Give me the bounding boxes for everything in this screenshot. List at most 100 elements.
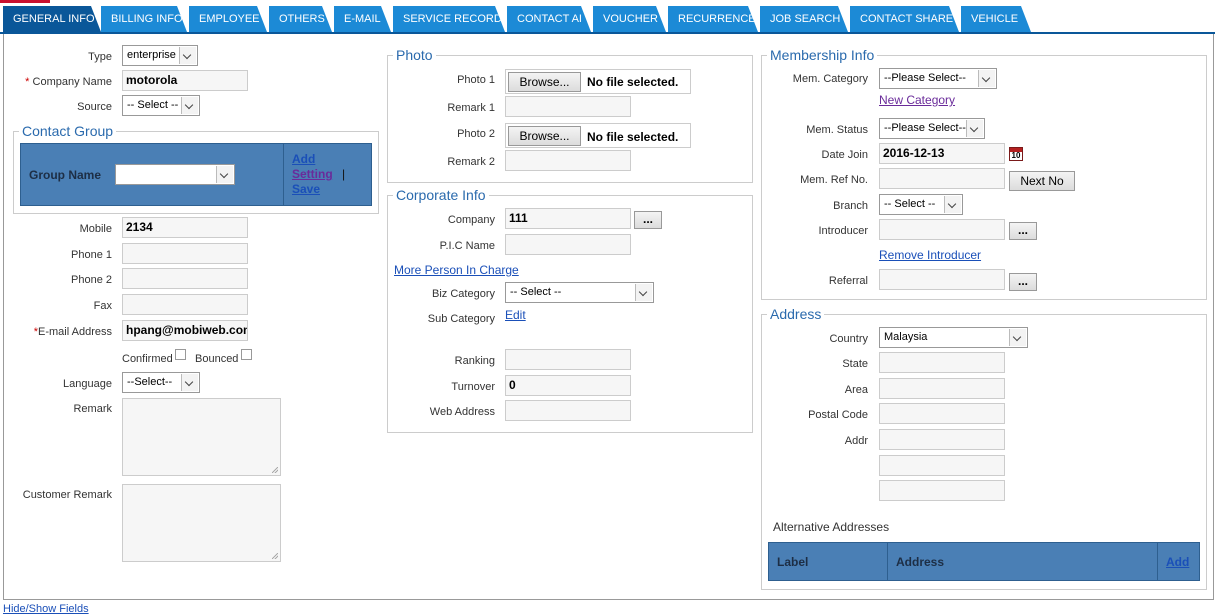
addr-line3-input[interactable] bbox=[879, 480, 1005, 501]
alt-table-divider bbox=[1157, 543, 1158, 580]
sub-category-edit-link[interactable]: Edit bbox=[505, 308, 526, 322]
fax-label: Fax bbox=[93, 300, 112, 312]
customer-remark-label: Customer Remark bbox=[22, 489, 112, 501]
turnover-input[interactable]: 0 bbox=[505, 375, 631, 396]
tab-contact-ai[interactable]: CONTACT AI bbox=[507, 6, 591, 32]
corp-company-input[interactable]: 111 bbox=[505, 208, 631, 229]
corporate-info-legend: Corporate Info bbox=[393, 187, 489, 203]
postal-code-input[interactable] bbox=[879, 403, 1005, 424]
fax-input[interactable] bbox=[122, 294, 248, 315]
phone2-input[interactable] bbox=[122, 268, 248, 289]
add-group-link[interactable]: Add bbox=[292, 152, 315, 166]
chevron-down-icon bbox=[181, 374, 198, 391]
referral-input[interactable] bbox=[879, 269, 1005, 290]
tab-billing-info[interactable]: BILLING INFO bbox=[101, 6, 187, 32]
more-person-in-charge-link[interactable]: More Person In Charge bbox=[394, 263, 519, 277]
introducer-lookup-button[interactable]: ... bbox=[1009, 222, 1037, 240]
save-group-link[interactable]: Save bbox=[292, 182, 320, 196]
add-alt-address-link[interactable]: Add bbox=[1166, 555, 1189, 569]
company-name-input[interactable]: motorola bbox=[122, 70, 248, 91]
remark1-input[interactable] bbox=[505, 96, 631, 117]
tab-employee[interactable]: EMPLOYEE bbox=[189, 6, 267, 32]
ranking-input[interactable] bbox=[505, 349, 631, 370]
type-label: Type bbox=[88, 51, 112, 63]
link-separator: | bbox=[342, 167, 346, 181]
biz-category-label: Biz Category bbox=[432, 288, 495, 300]
chevron-down-icon bbox=[179, 47, 196, 64]
tab-service-record[interactable]: SERVICE RECORD bbox=[393, 6, 505, 32]
phone1-input[interactable] bbox=[122, 243, 248, 264]
turnover-label: Turnover bbox=[451, 381, 495, 393]
bounced-checkbox[interactable] bbox=[241, 349, 252, 360]
addr-line2-input[interactable] bbox=[879, 455, 1005, 476]
type-select[interactable]: enterprise bbox=[122, 45, 198, 66]
chevron-down-icon bbox=[216, 166, 233, 183]
photo2-label: Photo 2 bbox=[457, 128, 495, 140]
group-setting-link[interactable]: Setting bbox=[292, 167, 333, 181]
sub-category-label: Sub Category bbox=[427, 313, 495, 325]
photo2-browse-button[interactable]: Browse... bbox=[508, 126, 581, 146]
date-join-label: Date Join bbox=[821, 149, 868, 161]
group-name-select[interactable] bbox=[115, 164, 235, 185]
pic-name-input[interactable] bbox=[505, 234, 631, 255]
mem-category-select[interactable]: --Please Select-- bbox=[879, 68, 997, 89]
language-select[interactable]: --Select-- bbox=[122, 372, 200, 393]
ranking-label: Ranking bbox=[454, 355, 495, 367]
country-select-value: Malaysia bbox=[884, 331, 928, 343]
next-no-button[interactable]: Next No bbox=[1009, 171, 1075, 191]
chevron-down-icon bbox=[978, 70, 995, 87]
tab-vehicle[interactable]: VEHICLE bbox=[961, 6, 1031, 32]
pic-name-label: P.I.C Name bbox=[439, 240, 495, 252]
tab-voucher[interactable]: VOUCHER bbox=[593, 6, 666, 32]
country-label: Country bbox=[829, 333, 868, 345]
email-label-text: E-mail Address bbox=[38, 326, 112, 338]
photo1-browse-button[interactable]: Browse... bbox=[508, 72, 581, 92]
chevron-down-icon bbox=[1009, 329, 1026, 346]
chevron-down-icon bbox=[966, 120, 983, 137]
phone1-label: Phone 1 bbox=[71, 249, 112, 261]
date-join-input[interactable]: 2016-12-13 bbox=[879, 143, 1005, 164]
addr-line1-input[interactable] bbox=[879, 429, 1005, 450]
remove-introducer-link[interactable]: Remove Introducer bbox=[879, 248, 981, 262]
top-accent-bar bbox=[0, 0, 50, 3]
language-label: Language bbox=[63, 378, 112, 390]
mem-ref-no-label: Mem. Ref No. bbox=[800, 174, 868, 186]
web-address-input[interactable] bbox=[505, 400, 631, 421]
confirmed-checkbox[interactable] bbox=[175, 349, 186, 360]
remark-label: Remark bbox=[73, 403, 112, 415]
tab-general-info[interactable]: GENERAL INFO bbox=[3, 6, 101, 32]
referral-lookup-button[interactable]: ... bbox=[1009, 273, 1037, 291]
source-select[interactable]: -- Select -- bbox=[122, 95, 200, 116]
tab-email[interactable]: E-MAIL bbox=[334, 6, 391, 32]
biz-category-select[interactable]: -- Select -- bbox=[505, 282, 654, 303]
tab-contact-share[interactable]: CONTACT SHARE bbox=[850, 6, 959, 32]
country-select[interactable]: Malaysia bbox=[879, 327, 1028, 348]
remark-textarea[interactable] bbox=[122, 398, 281, 476]
branch-select[interactable]: -- Select -- bbox=[879, 194, 963, 215]
mem-status-select[interactable]: --Please Select-- bbox=[879, 118, 985, 139]
new-category-link[interactable]: New Category bbox=[879, 93, 955, 107]
mem-ref-no-input[interactable] bbox=[879, 168, 1005, 189]
alt-table-address-header: Address bbox=[896, 555, 945, 569]
corp-company-lookup-button[interactable]: ... bbox=[634, 211, 662, 229]
chevron-down-icon bbox=[635, 284, 652, 301]
mobile-label: Mobile bbox=[79, 223, 112, 235]
mobile-input[interactable]: 2134 bbox=[122, 217, 248, 238]
area-input[interactable] bbox=[879, 378, 1005, 399]
tab-others[interactable]: OTHERS bbox=[269, 6, 332, 32]
introducer-input[interactable] bbox=[879, 219, 1005, 240]
calendar-day: 10 bbox=[1011, 151, 1021, 160]
calendar-icon[interactable]: 10 bbox=[1009, 147, 1023, 161]
company-name-label: * Company Name bbox=[10, 76, 112, 88]
customer-remark-textarea[interactable] bbox=[122, 484, 281, 562]
tab-job-search[interactable]: JOB SEARCH bbox=[760, 6, 848, 32]
remark1-label: Remark 1 bbox=[447, 102, 495, 114]
hide-show-fields-link[interactable]: Hide/Show Fields bbox=[3, 603, 89, 615]
email-input[interactable]: hpang@mobiweb.com bbox=[122, 320, 248, 341]
mem-status-select-value: --Please Select-- bbox=[884, 122, 966, 134]
remark2-input[interactable] bbox=[505, 150, 631, 171]
state-input[interactable] bbox=[879, 352, 1005, 373]
confirmed-label: Confirmed bbox=[122, 353, 173, 365]
alt-addresses-label: Alternative Addresses bbox=[773, 520, 890, 534]
tab-recurrence[interactable]: RECURRENCE bbox=[668, 6, 758, 32]
